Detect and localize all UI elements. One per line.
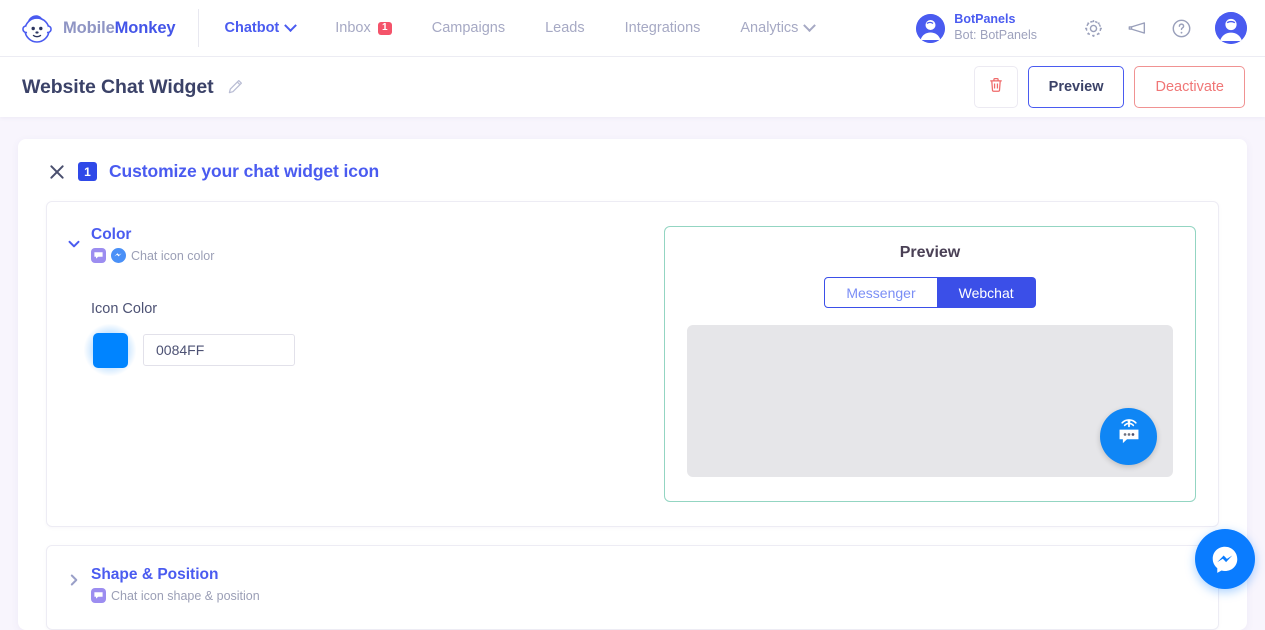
brand-name: MobileMonkey — [63, 19, 176, 38]
top-navigation-bar: MobileMonkey Chatbot Inbox 1 Campaigns L… — [0, 0, 1265, 57]
color-group-subtitle: Chat icon color — [131, 248, 215, 263]
nav-item-chatbot[interactable]: Chatbot — [205, 0, 316, 56]
help-icon[interactable] — [1159, 6, 1203, 50]
shape-group-subtitle-row: Chat icon shape & position — [91, 588, 260, 603]
megaphone-icon[interactable] — [1115, 6, 1159, 50]
tab-messenger[interactable]: Messenger — [824, 277, 938, 308]
account-switcher[interactable]: BotPanels Bot: BotPanels — [916, 12, 1037, 43]
webchat-bubble-icon — [91, 248, 106, 263]
nav-item-leads-label: Leads — [545, 20, 585, 36]
shape-panel-body: Shape & Position Chat icon shape & posit… — [91, 566, 260, 603]
color-panel-left: Color Chat icon color Icon Color 0084FF — [47, 226, 664, 502]
broadcast-chat-bubble-icon — [1111, 416, 1147, 457]
color-group-subtitle-row: Chat icon color — [91, 248, 295, 263]
brand-name-part2: Monkey — [114, 18, 176, 37]
color-swatch[interactable] — [92, 332, 128, 368]
color-hex-input[interactable] — [143, 334, 295, 366]
nav-item-integrations[interactable]: Integrations — [605, 0, 721, 56]
pencil-icon[interactable] — [226, 78, 244, 96]
deactivate-button[interactable]: Deactivate — [1134, 66, 1245, 108]
nav-item-integrations-label: Integrations — [624, 20, 701, 36]
nav-item-inbox-label: Inbox — [335, 20, 371, 36]
preview-widget-fab[interactable] — [1100, 408, 1157, 465]
preview-channel-tabs: Messenger Webchat — [687, 277, 1173, 308]
color-panel-body: Color Chat icon color Icon Color 0084FF — [84, 226, 295, 502]
inbox-badge-count: 1 — [377, 21, 392, 35]
nav-items: Chatbot Inbox 1 Campaigns Leads Integrat… — [205, 0, 835, 56]
preview-canvas — [687, 325, 1173, 477]
preview-panel-title: Preview — [899, 244, 961, 261]
trash-icon — [987, 76, 1005, 98]
section-title: Customize your chat widget icon — [109, 161, 380, 181]
color-swatch-wrapper — [84, 324, 136, 376]
nav-divider — [197, 9, 199, 47]
chevron-down-icon — [803, 18, 817, 32]
title-actions: Preview Deactivate — [973, 66, 1245, 108]
nav-item-chatbot-label: Chatbot — [224, 20, 280, 36]
nav-item-leads[interactable]: Leads — [525, 0, 605, 56]
icon-color-row — [84, 324, 295, 376]
page-title-bar: Website Chat Widget Preview Deactivate — [0, 57, 1265, 117]
preview-panel: Preview Messenger Webchat — [664, 226, 1196, 502]
color-group-title: Color — [91, 226, 132, 243]
nav-item-campaigns-label: Campaigns — [431, 20, 506, 36]
account-subtitle: Bot: BotPanels — [954, 28, 1037, 42]
user-avatar-icon[interactable] — [1215, 12, 1247, 44]
icon-color-label: Icon Color — [91, 301, 158, 317]
delete-button[interactable] — [973, 66, 1018, 108]
brand-logo-link[interactable]: MobileMonkey — [0, 0, 198, 56]
monkey-logo-icon — [20, 11, 54, 45]
color-panel: Color Chat icon color Icon Color 0084FF … — [46, 201, 1219, 527]
shape-panel-left: Shape & Position Chat icon shape & posit… — [47, 566, 1196, 603]
close-icon[interactable] — [48, 163, 66, 181]
shape-group-subtitle: Chat icon shape & position — [111, 588, 260, 603]
section-header: 1 Customize your chat widget icon — [18, 161, 1247, 182]
messenger-chat-fab[interactable] — [1195, 529, 1255, 589]
nav-item-analytics-label: Analytics — [740, 20, 799, 36]
nav-item-analytics[interactable]: Analytics — [720, 0, 834, 56]
nav-item-campaigns[interactable]: Campaigns — [412, 0, 525, 56]
shape-accordion-toggle[interactable] — [57, 566, 91, 603]
customize-widget-card: 1 Customize your chat widget icon Color — [18, 139, 1247, 630]
page-content: 1 Customize your chat widget icon Color — [0, 117, 1265, 630]
messenger-icon — [111, 248, 126, 263]
step-number-badge: 1 — [78, 162, 97, 181]
nav-right-cluster: BotPanels Bot: BotPanels — [916, 6, 1265, 50]
tab-webchat[interactable]: Webchat — [937, 277, 1036, 308]
preview-button[interactable]: Preview — [1027, 66, 1125, 108]
shape-position-panel: Shape & Position Chat icon shape & posit… — [46, 545, 1219, 630]
gear-icon[interactable] — [1071, 6, 1115, 50]
account-name: BotPanels — [954, 12, 1016, 27]
chevron-down-icon — [284, 18, 298, 32]
brand-name-part1: Mobile — [63, 18, 115, 37]
bot-avatar-icon — [916, 13, 946, 43]
account-text: BotPanels Bot: BotPanels — [954, 12, 1037, 43]
webchat-bubble-icon — [91, 588, 106, 603]
nav-item-inbox[interactable]: Inbox 1 — [315, 0, 411, 56]
shape-group-title: Shape & Position — [91, 566, 219, 583]
page-title: Website Chat Widget — [22, 75, 214, 98]
